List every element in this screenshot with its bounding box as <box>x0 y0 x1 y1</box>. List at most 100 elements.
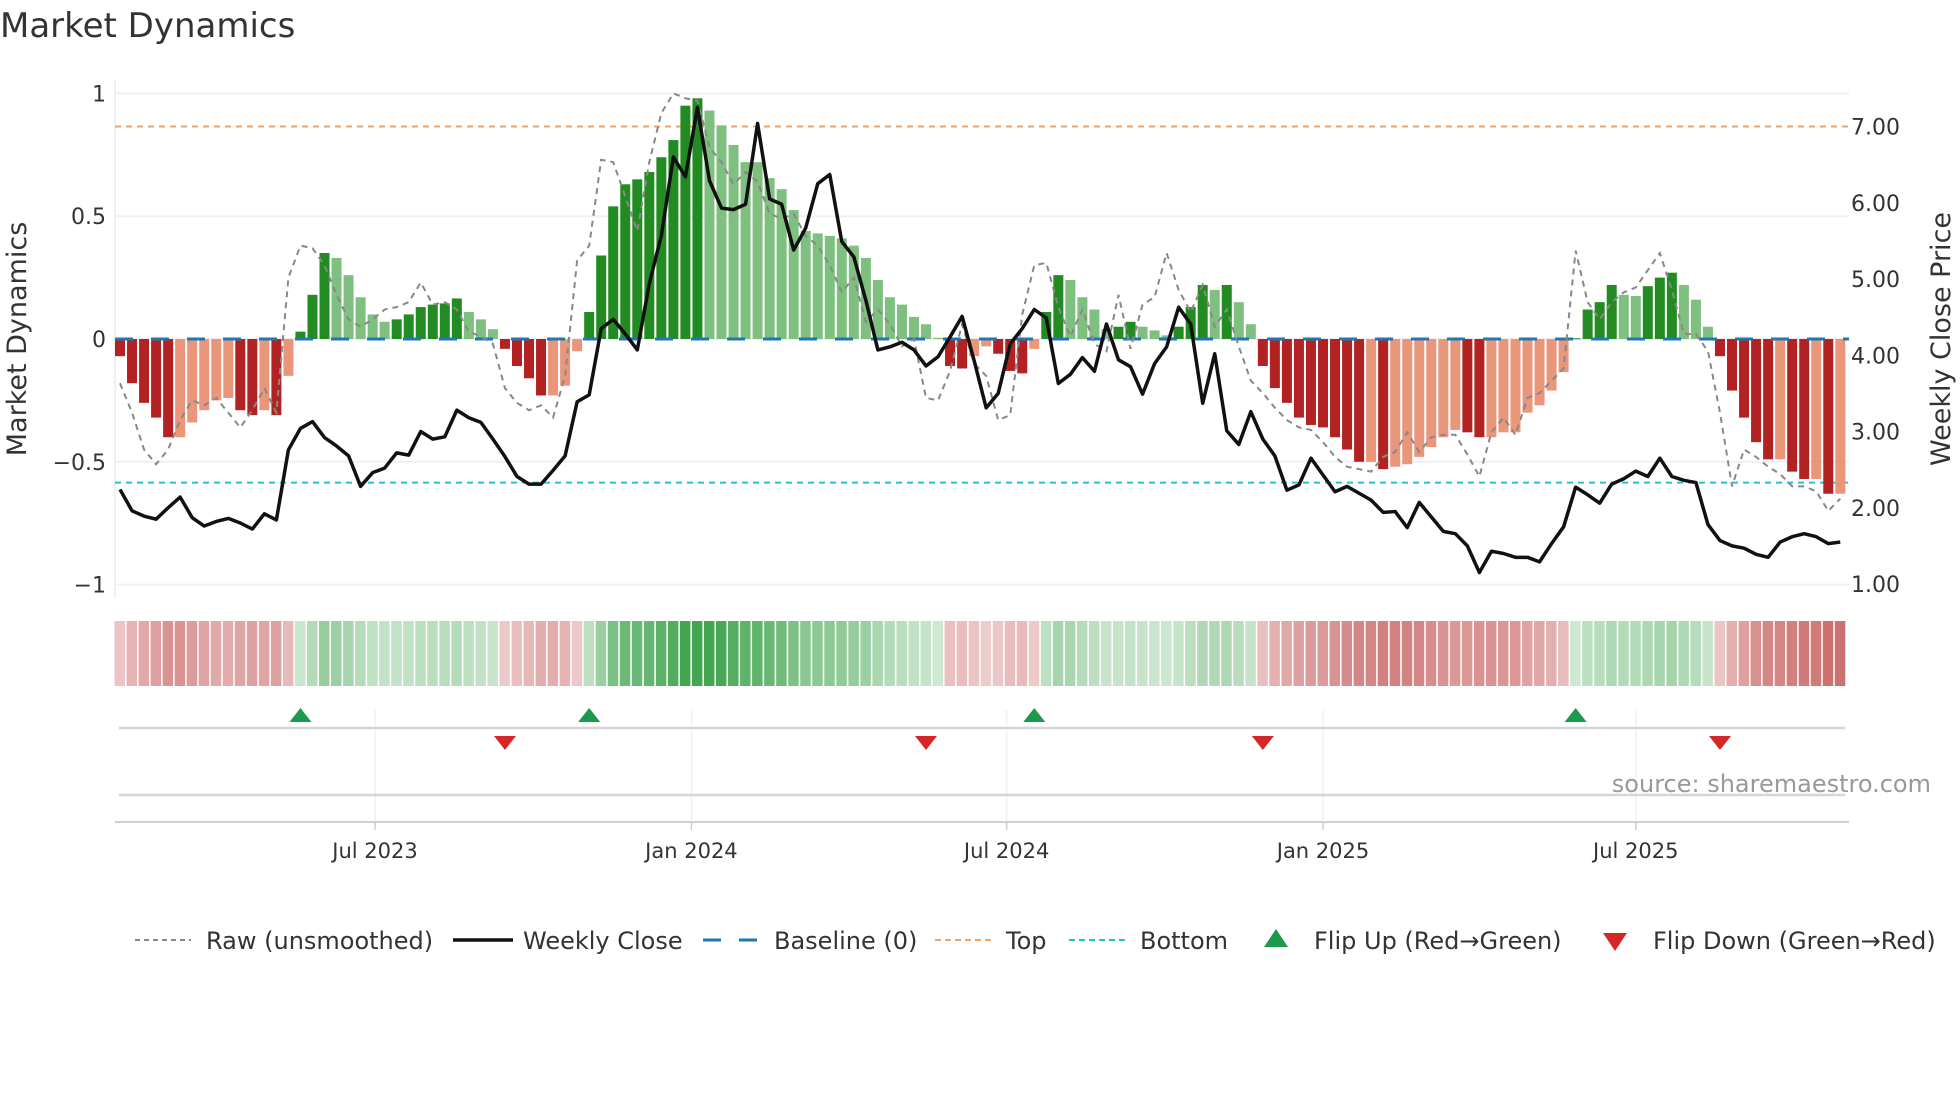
y2-axis-title: Weekly Close Price <box>1926 212 1957 466</box>
heat-strip-cell <box>270 621 282 686</box>
md-bar <box>1438 339 1449 438</box>
heat-strip-cell <box>776 621 787 686</box>
md-bar <box>139 339 150 403</box>
md-bar <box>560 339 571 386</box>
heat-strip-cell <box>222 621 234 686</box>
md-bar <box>1390 339 1401 467</box>
legend-label: Raw (unsmoothed) <box>206 927 433 955</box>
flip-up-marker <box>578 708 601 722</box>
heat-strip-cell <box>511 621 522 686</box>
heat-strip-cell <box>1654 621 1665 686</box>
heat-strip-cell <box>968 621 980 686</box>
heat-strip-cell <box>138 621 150 686</box>
md-bar <box>199 339 210 411</box>
heat-strip-cell <box>294 621 306 686</box>
y2-tick-label: 5.00 <box>1851 268 1900 293</box>
md-bar <box>283 339 294 376</box>
md-bar <box>1378 339 1389 470</box>
md-bar <box>1053 275 1064 339</box>
md-bar <box>800 230 811 339</box>
heat-strip-cell <box>499 621 510 686</box>
heat-strip-cell <box>1161 621 1172 686</box>
md-bar <box>572 339 583 352</box>
y-axis-title: Market Dynamics <box>2 222 33 457</box>
heat-strip-cell <box>1149 621 1160 686</box>
x-tick-label: Jan 2024 <box>643 839 738 863</box>
heat-strip-cell <box>126 621 138 686</box>
heat-strip-cell <box>367 621 378 686</box>
y2-tick-label: 4.00 <box>1851 344 1900 369</box>
md-bar <box>620 184 631 339</box>
md-bar <box>1293 339 1304 418</box>
md-bar <box>1330 339 1341 438</box>
source-credit: source: sharemaestro.com <box>1612 770 1931 798</box>
heat-strip-cell <box>1425 621 1437 686</box>
md-bar <box>1197 284 1208 339</box>
md-bar <box>1269 339 1280 389</box>
heat-strip-cell <box>752 621 763 686</box>
md-bar <box>884 297 895 339</box>
y2-tick-label: 2.00 <box>1851 497 1900 522</box>
heat-strip-cell <box>1570 621 1581 686</box>
heat-strip-cell <box>1329 621 1341 686</box>
heat-strip-cell <box>908 621 919 686</box>
heat-strip-cell <box>595 621 607 686</box>
heat-strip-cell <box>1786 621 1798 686</box>
heat-strip-cell <box>1594 621 1605 686</box>
md-bar <box>511 339 522 367</box>
md-bar <box>415 307 426 339</box>
market-dynamics-chart: 1 0.5 0 −0.5 −1 7.00 6.00 5.00 4.00 3.00 2.00 1.00 M… <box>2 80 1957 955</box>
heat-strip-cell <box>379 621 390 686</box>
heat-strip-cell <box>246 621 258 686</box>
heat-strip-cell <box>1076 621 1088 686</box>
md-bar <box>788 210 799 339</box>
md-bar <box>1318 339 1328 428</box>
md-bar <box>1233 302 1244 339</box>
md-bar <box>1799 339 1810 479</box>
heat-strip-cell <box>1052 621 1064 686</box>
legend-flip-up-icon <box>1264 929 1288 947</box>
heat-strip-cell <box>956 621 968 686</box>
legend-item-bottom: Bottom <box>1069 927 1228 955</box>
heat-strip-cell <box>427 621 438 686</box>
heat-strip-cell <box>523 621 535 686</box>
md-bar <box>1678 284 1689 339</box>
heat-strip-cell <box>571 621 583 686</box>
heat-strip-cell <box>679 621 691 686</box>
heat-strip-cell <box>1281 621 1292 686</box>
flip-down-marker <box>1251 736 1274 750</box>
md-bar <box>499 339 510 349</box>
heat-strip-cell <box>1582 621 1593 686</box>
md-bar <box>1281 339 1292 403</box>
heat-strip-cell <box>415 621 426 686</box>
heat-strip-cell <box>800 621 811 686</box>
heat-strip-cell <box>114 621 125 686</box>
heat-strip-cell <box>1197 621 1208 686</box>
md-bar <box>343 275 354 339</box>
heat-strip-cell <box>403 621 414 686</box>
heat-strip-cell <box>1630 621 1641 686</box>
md-bar <box>728 144 739 339</box>
y-tick-label: 1 <box>92 82 106 107</box>
flip-down-marker <box>915 736 938 750</box>
md-bar <box>548 339 559 396</box>
heat-strip-cell <box>1269 621 1280 686</box>
heat-strip-cell <box>1317 621 1328 686</box>
heat-strip-cell <box>1137 621 1148 686</box>
heat-strip-cell <box>583 621 595 686</box>
md-bar <box>1257 339 1268 367</box>
heat-strip-cell <box>150 621 162 686</box>
md-bar <box>1594 302 1605 339</box>
md-bar <box>163 339 174 438</box>
md-bar <box>1305 339 1316 425</box>
md-bar <box>1498 339 1509 433</box>
heat-strip-cell <box>1413 621 1425 686</box>
heat-strip-cell <box>920 621 932 686</box>
legend-flip-down-icon <box>1603 933 1627 951</box>
md-bar <box>1173 326 1184 339</box>
md-bar <box>524 339 535 379</box>
md-bar <box>211 339 222 401</box>
heat-strip-cell <box>812 621 823 686</box>
heat-strip-cell <box>1678 621 1689 686</box>
heat-strip-cell <box>282 621 294 686</box>
